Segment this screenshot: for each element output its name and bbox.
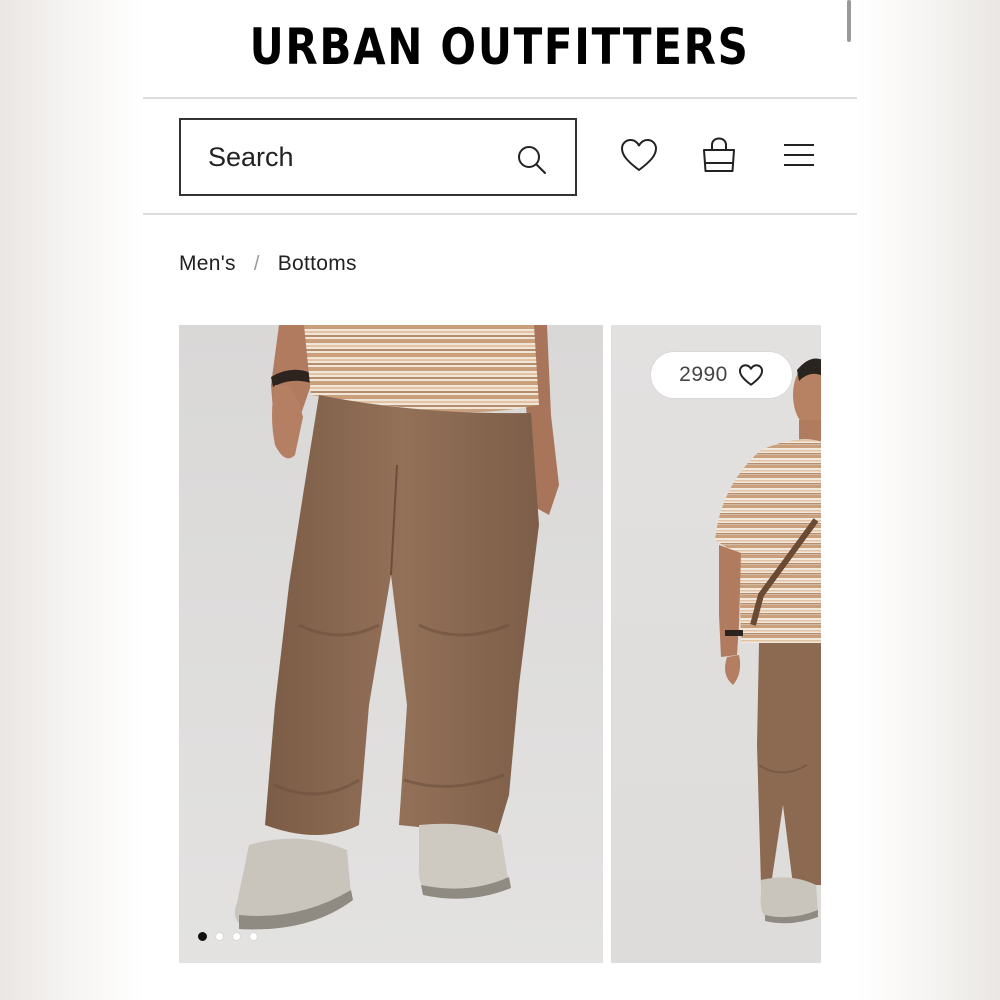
heart-icon [738,364,763,386]
breadcrumb-item-bottoms[interactable]: Bottoms [278,252,357,276]
product-image-secondary[interactable] [611,325,821,963]
shopping-bag-icon[interactable] [699,135,739,175]
heart-icon[interactable] [619,136,659,176]
carousel-indicator [198,932,258,941]
hamburger-menu-icon[interactable] [779,136,819,176]
favorite-button[interactable]: 2990 [651,352,792,398]
search-input[interactable] [208,141,498,173]
favorite-count: 2990 [679,363,728,386]
carousel-dot[interactable] [249,932,258,941]
mobile-page: URBAN OUTFITTERS Men's / Bottoms [143,0,857,1000]
product-image-gallery[interactable] [179,325,857,963]
carousel-dot[interactable] [215,932,224,941]
search-icon[interactable] [516,144,548,176]
site-header: URBAN OUTFITTERS [143,0,857,99]
search-box[interactable] [179,118,577,196]
product-image-main[interactable] [179,325,603,963]
breadcrumb-separator: / [253,252,260,275]
toolbar [143,99,857,215]
scrollbar[interactable] [847,0,851,42]
breadcrumb: Men's / Bottoms [179,252,357,276]
carousel-dot[interactable] [198,932,207,941]
breadcrumb-item-mens[interactable]: Men's [179,252,236,276]
brand-logo[interactable]: URBAN OUTFITTERS [250,18,750,76]
carousel-dot[interactable] [232,932,241,941]
